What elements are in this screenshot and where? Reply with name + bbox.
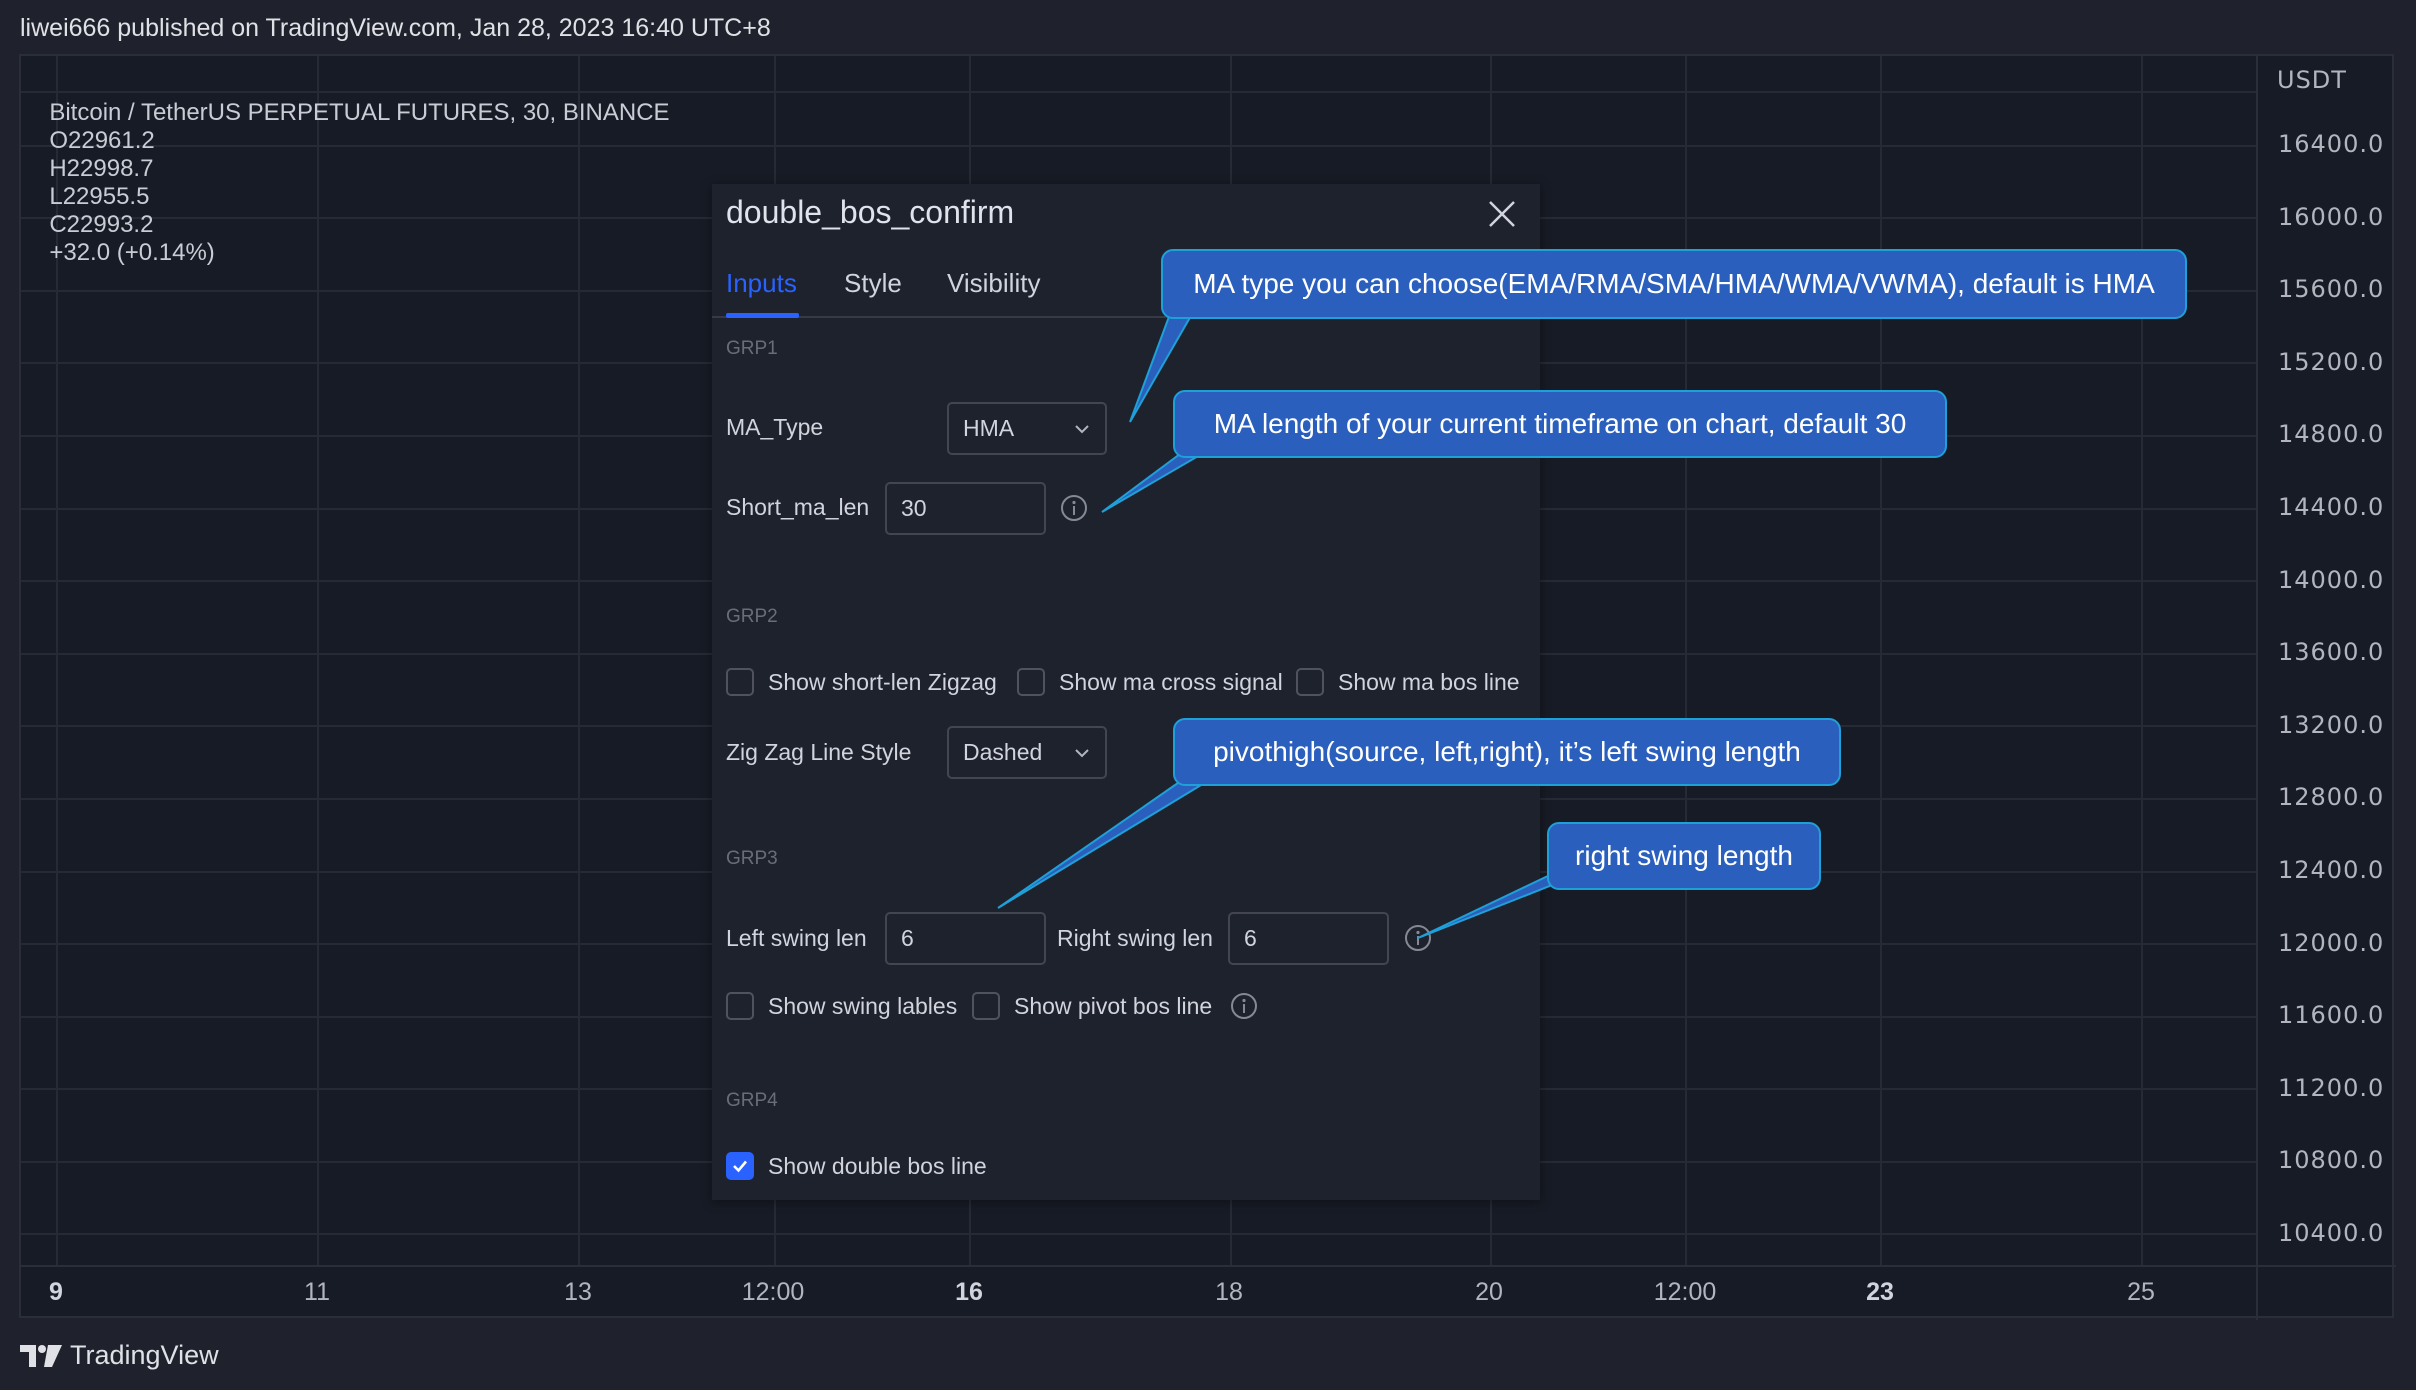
tradingview-logo[interactable]: TradingView (20, 1340, 219, 1371)
close-icon (1489, 201, 1515, 227)
time-axis-label: 23 (1866, 1278, 1894, 1306)
info-icon[interactable] (1230, 992, 1258, 1020)
price-axis-label: 12400.0 (2278, 856, 2385, 884)
tradingview-logo-icon (20, 1344, 62, 1367)
price-axis-currency: USDT (2277, 66, 2347, 94)
price-axis-label: 12800.0 (2278, 783, 2385, 812)
close-button[interactable] (1484, 196, 1520, 232)
tradingview-brand: TradingView (70, 1340, 219, 1370)
group-title-grp2: GRP2 (726, 606, 778, 627)
price-axis-label: 11600.0 (2278, 1001, 2385, 1030)
show-pivot-bos-line-label[interactable]: Show pivot bos line (1014, 993, 1212, 1020)
ma-type-value: HMA (963, 415, 1015, 441)
group-title-grp4: GRP4 (726, 1090, 778, 1111)
price-axis-label: 16000.0 (2278, 202, 2385, 231)
indicator-settings-dialog: double_bos_confirm Inputs Style Visibili… (712, 184, 1540, 1200)
callout-right-swing: right swing length (1547, 822, 1821, 890)
price-axis-label: 11200.0 (2278, 1073, 2385, 1102)
time-axis-label: 9 (49, 1278, 63, 1306)
show-swing-labels-checkbox[interactable] (726, 992, 754, 1020)
time-axis-label: 12:00 (741, 1278, 805, 1306)
price-axis-label: 13600.0 (2278, 638, 2385, 667)
short-ma-len-label: Short_ma_len (726, 494, 870, 520)
ohlc-close: C22993.2 (49, 211, 154, 238)
show-short-len-zigzag-checkbox[interactable] (726, 668, 754, 696)
show-double-bos-line-label[interactable]: Show double bos line (768, 1153, 987, 1180)
checkmark-icon (733, 1160, 747, 1173)
price-axis-label: 10800.0 (2278, 1146, 2385, 1175)
zigzag-line-style-label: Zig Zag Line Style (726, 739, 912, 765)
price-axis-label: 10400.0 (2278, 1219, 2385, 1247)
time-axis-label: 12:00 (1653, 1278, 1717, 1306)
symbol-name[interactable]: Bitcoin / TetherUS PERPETUAL FUTURES, 30… (49, 99, 669, 126)
zigzag-line-style-value: Dashed (963, 739, 1043, 765)
symbol-legend[interactable]: Bitcoin / TetherUS PERPETUAL FUTURES, 30… (36, 71, 684, 267)
time-axis-label: 20 (1475, 1278, 1503, 1306)
right-swing-len-value: 6 (1244, 925, 1257, 951)
time-axis-label: 13 (564, 1278, 592, 1306)
price-axis-label: 15200.0 (2278, 347, 2385, 376)
price-axis-label: 14400.0 (2278, 493, 2385, 521)
ohlc-change: +32.0 (+0.14%) (49, 239, 215, 266)
chevron-down-icon (1075, 749, 1089, 758)
time-axis-label: 16 (955, 1278, 983, 1306)
tab-inputs[interactable]: Inputs (726, 268, 797, 299)
chevron-down-icon (1075, 425, 1089, 434)
price-axis-label: 13200.0 (2278, 710, 2385, 739)
price-axis-label: 15600.0 (2278, 275, 2385, 304)
tab-visibility[interactable]: Visibility (947, 268, 1040, 299)
show-double-bos-line-checkbox[interactable] (726, 1152, 754, 1180)
group-title-grp3: GRP3 (726, 848, 778, 869)
ohlc-high: H22998.7 (49, 155, 154, 182)
dialog-title: double_bos_confirm (726, 194, 1015, 230)
callout-ma-type: MA type you can choose(EMA/RMA/SMA/HMA/W… (1161, 249, 2187, 319)
price-axis-label: 16400.0 (2278, 130, 2385, 158)
show-ma-cross-signal-label[interactable]: Show ma cross signal (1059, 669, 1283, 696)
show-ma-bos-line-label[interactable]: Show ma bos line (1338, 669, 1520, 696)
callout-short-ma-len: MA length of your current timeframe on c… (1173, 390, 1947, 458)
show-short-len-zigzag-label[interactable]: Show short-len Zigzag (768, 669, 997, 696)
show-ma-cross-signal-checkbox[interactable] (1017, 668, 1045, 696)
time-axis-label: 18 (1215, 1278, 1243, 1306)
ohlc-low: L22955.5 (49, 183, 150, 210)
left-swing-len-label: Left swing len (726, 925, 867, 951)
left-swing-len-input[interactable]: 6 (885, 912, 1046, 965)
right-swing-len-label: Right swing len (1057, 925, 1213, 951)
time-axis-label: 11 (304, 1278, 330, 1306)
show-ma-bos-line-checkbox[interactable] (1296, 668, 1324, 696)
left-swing-len-value: 6 (901, 925, 914, 951)
callout-left-swing: pivothigh(source, left,right), it’s left… (1173, 718, 1841, 786)
tab-style[interactable]: Style (844, 268, 902, 299)
publication-info: liwei666 published on TradingView.com, J… (20, 14, 771, 42)
short-ma-len-input[interactable]: 30 (885, 482, 1046, 535)
active-tab-indicator (726, 313, 799, 318)
group-title-grp1: GRP1 (726, 338, 778, 359)
show-swing-labels-label[interactable]: Show swing lables (768, 993, 957, 1020)
price-axis-label: 14000.0 (2278, 565, 2385, 594)
zigzag-line-style-select[interactable]: Dashed (947, 726, 1107, 779)
ma-type-label: MA_Type (726, 414, 824, 440)
show-pivot-bos-line-checkbox[interactable] (972, 992, 1000, 1020)
short-ma-len-value: 30 (901, 495, 927, 521)
time-axis-label: 25 (2127, 1278, 2155, 1306)
ma-type-select[interactable]: HMA (947, 402, 1107, 455)
price-axis-label: 12000.0 (2278, 928, 2385, 957)
ohlc-open: O22961.2 (49, 127, 155, 154)
info-icon[interactable] (1060, 494, 1088, 522)
price-axis-label: 14800.0 (2278, 420, 2385, 449)
right-swing-len-input[interactable]: 6 (1228, 912, 1389, 965)
info-icon[interactable] (1404, 924, 1432, 952)
